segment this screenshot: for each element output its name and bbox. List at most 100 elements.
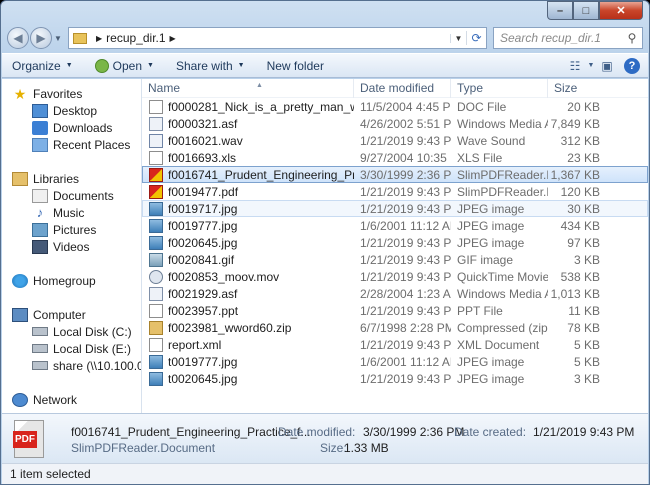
navigation-pane[interactable]: ★ Favorites Desktop Downloads Recent Plac… [2,79,142,413]
file-row[interactable]: f0000321.asf 4/26/2002 5:51 PM Windows Med… [142,115,648,132]
search-icon[interactable]: ⚲ [622,31,642,45]
file-size: 312 KB [560,133,600,148]
search-box[interactable]: Search recup_dir.1 ⚲ [493,27,643,49]
file-row[interactable]: f0020853_moov.mov 1/21/2019 9:43 PM QuickT… [142,268,648,285]
nav-pictures[interactable]: Pictures [2,221,141,238]
file-name-cell[interactable]: f0016741_Prudent_Engineering_Practice_f.… [142,167,354,182]
file-row[interactable]: f0019477.pdf 1/21/2019 9:43 PM SlimPDFRead… [142,183,648,200]
minimize-button[interactable]: – [547,1,573,20]
search-input[interactable]: Search recup_dir.1 [500,31,601,45]
file-row[interactable]: t0019777.jpg 1/6/2001 11:12 AM JPEG image 5… [142,353,648,370]
column-header-date-modified[interactable]: Date modified [354,79,451,98]
nav-local-disk-e[interactable]: Local Disk (E:) [2,340,141,357]
caption-buttons: – □ ✕ [547,1,643,20]
preview-pane-icon[interactable]: ▣ [596,59,618,73]
file-date-modified: 2/28/2004 1:23 AM [360,286,451,301]
file-name-cell[interactable]: t0020645.jpg [142,371,354,386]
organize-button[interactable]: Organize ▼ [12,59,73,73]
file-name-cell[interactable]: f0023981_wword60.zip [142,320,354,335]
file-name-cell[interactable]: f0019777.jpg [142,218,354,233]
column-header-type[interactable]: Type [451,79,548,98]
file-name-cell[interactable]: f0019717.jpg [142,201,354,216]
file-name-cell[interactable]: f0020853_moov.mov [142,269,354,284]
nav-computer[interactable]: Computer [2,306,141,323]
nav-recent-places[interactable]: Recent Places [2,136,141,153]
nav-homegroup[interactable]: Homegroup [2,272,141,289]
file-size: 5 KB [573,354,600,369]
nav-local-disk-c-label: Local Disk (C:) [53,324,132,339]
view-dropdown-icon[interactable]: ▼ [586,62,596,69]
nav-music[interactable]: ♪ Music [2,204,141,221]
nav-pictures-label: Pictures [53,222,97,237]
file-row[interactable]: f0019717.jpg 1/21/2019 9:43 PM JPEG image 3… [142,200,648,217]
file-date-modified: 1/21/2019 9:43 PM [360,337,451,352]
file-name-cell[interactable]: report.xml [142,337,354,352]
explorer-window: – □ ✕ ◀ ▶ ▼ ▶ recup_dir.1 ▶ ▼ ⟳ Search r… [0,0,650,485]
nav-videos[interactable]: Videos [2,238,141,255]
audio-file-icon [149,133,163,148]
file-name-cell[interactable]: f0016021.wav [142,133,354,148]
doc-file-icon [149,99,163,114]
view-options-icon[interactable]: ☷ [564,59,586,73]
maximize-button[interactable]: □ [573,1,599,20]
details-pane: PDF f0016741_Prudent_Engineering_Practic… [2,413,648,463]
nav-libraries[interactable]: Libraries [2,170,141,187]
address-dropdown[interactable]: ▼ [450,33,466,43]
file-row[interactable]: f0023957.ppt 1/21/2019 9:43 PM PPT File 11 … [142,302,648,319]
file-name-cell[interactable]: f0019477.pdf [142,184,354,199]
close-button[interactable]: ✕ [599,1,643,20]
help-icon[interactable]: ? [624,57,640,74]
file-name: f0021929.asf [168,286,238,301]
column-header-size[interactable]: Size [548,79,604,98]
file-row[interactable]: f0020841.gif 1/21/2019 9:43 PM GIF image 3 … [142,251,648,268]
nav-network[interactable]: Network [2,391,141,408]
nav-favorites[interactable]: ★ Favorites [2,85,141,102]
file-name-cell[interactable]: f0016693.xls [142,150,354,165]
pdf-file-icon: PDF [13,420,44,458]
back-arrow-icon: ◀ [13,31,23,45]
file-date-modified: 1/21/2019 9:43 PM [360,303,451,318]
file-name-cell[interactable]: f0021929.asf [142,286,354,301]
gif-file-icon [149,252,163,267]
file-name-cell[interactable]: f0023957.ppt [142,303,354,318]
sort-ascending-icon: ▲ [256,81,263,89]
file-row[interactable]: f0016021.wav 1/21/2019 9:43 PM Wave Sound 3… [142,132,648,149]
open-button[interactable]: Open ▼ [94,58,154,73]
details-date-created-value: 1/21/2019 9:43 PM [533,425,635,439]
column-header-name[interactable]: ▲ Name [142,79,354,98]
file-date-modified: 1/21/2019 9:43 PM [360,252,451,267]
nav-documents[interactable]: Documents [2,187,141,204]
file-name-cell[interactable]: t0019777.jpg [142,354,354,369]
file-row[interactable]: f0019777.jpg 1/6/2001 11:12 AM JPEG image 4… [142,217,648,234]
file-row[interactable]: t0020645.jpg 1/21/2019 9:43 PM JPEG image 3… [142,370,648,387]
nav-desktop[interactable]: Desktop [2,102,141,119]
column-headers: ▲ Name Date modified Type Size [142,79,648,98]
nav-local-disk-c[interactable]: Local Disk (C:) [2,323,141,340]
forward-button[interactable]: ▶ [30,27,52,49]
file-row[interactable]: f0023981_wword60.zip 6/7/1998 2:28 PM Comp… [142,319,648,336]
file-row[interactable]: f0016693.xls 9/27/2004 10:35 PM XLS File 23… [142,149,648,166]
file-name-cell[interactable]: f0020645.jpg [142,235,354,250]
file-row[interactable]: f0021929.asf 2/28/2004 1:23 AM Windows Med… [142,285,648,302]
file-row[interactable]: report.xml 1/21/2019 9:43 PM XML Document 5… [142,336,648,353]
file-type: JPEG image [457,371,525,386]
breadcrumb-recup-dir[interactable]: recup_dir.1 [106,31,165,45]
file-list[interactable]: ▲ Name Date modified Type Size f0000281_N… [142,79,648,413]
nav-network-share[interactable]: share (\\10.100.0.1) ( [2,357,141,374]
file-row[interactable]: f0020645.jpg 1/21/2019 9:43 PM JPEG image 9… [142,234,648,251]
file-row[interactable]: f0000281_Nick_is_a_pretty_man_with_a_2..… [142,98,648,115]
new-folder-button[interactable]: New folder [267,59,324,73]
file-name-cell[interactable]: f0000281_Nick_is_a_pretty_man_with_a_2..… [142,99,354,114]
nav-downloads[interactable]: Downloads [2,119,141,136]
file-name-cell[interactable]: f0000321.asf [142,116,354,131]
breadcrumb-arrow-icon[interactable]: ▶ [170,34,176,43]
file-name-cell[interactable]: f0020841.gif [142,252,354,267]
file-name: f0016693.xls [168,150,237,165]
address-bar[interactable]: ▶ recup_dir.1 ▶ ▼ ⟳ [68,27,487,49]
breadcrumb-arrow-icon[interactable]: ▶ [96,34,102,43]
share-with-button[interactable]: Share with ▼ [176,59,245,73]
back-button[interactable]: ◀ [7,27,29,49]
refresh-icon[interactable]: ⟳ [466,31,486,45]
recent-pages-dropdown[interactable]: ▼ [52,34,64,43]
file-row[interactable]: f0016741_Prudent_Engineering_Practice_f.… [142,166,648,183]
